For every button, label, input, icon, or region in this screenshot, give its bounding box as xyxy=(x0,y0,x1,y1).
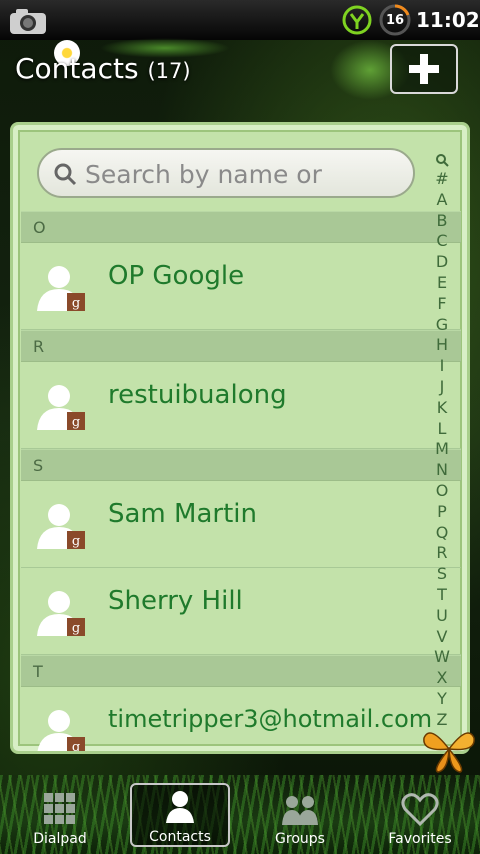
index-letter[interactable]: O xyxy=(434,481,450,502)
add-contact-button[interactable] xyxy=(390,44,458,94)
index-letter[interactable]: P xyxy=(434,502,450,523)
search-input[interactable] xyxy=(83,156,407,192)
contacts-panel: O g OP Google R g restuibualong S xyxy=(10,122,470,754)
index-letter[interactable]: R xyxy=(434,543,450,564)
svg-text:g: g xyxy=(72,621,80,636)
contact-name: Sherry Hill xyxy=(108,586,243,616)
sync-signal-icon xyxy=(342,5,372,35)
contact-count: (17) xyxy=(147,59,191,83)
index-letter[interactable]: W xyxy=(434,647,450,668)
groups-icon xyxy=(282,796,318,825)
index-search-icon[interactable] xyxy=(435,153,449,167)
index-letter[interactable]: M xyxy=(434,439,450,460)
contact-name: timetripper3@hotmail.com xyxy=(108,705,433,733)
search-icon xyxy=(54,163,77,186)
index-letter[interactable]: I xyxy=(434,356,450,377)
tab-favorites[interactable]: Favorites xyxy=(370,783,470,847)
battery-icon: 16 xyxy=(378,4,412,36)
status-bar: 16 11:02 xyxy=(0,0,480,40)
tab-favorites-label: Favorites xyxy=(388,831,452,847)
list-item[interactable]: g timetripper3@hotmail.com xyxy=(21,687,461,754)
tab-groups[interactable]: Groups xyxy=(250,783,350,847)
svg-text:g: g xyxy=(72,296,80,311)
section-header-t: T xyxy=(21,655,461,687)
index-letter[interactable]: Y xyxy=(434,689,450,710)
index-letter[interactable]: H xyxy=(434,335,450,356)
index-letter[interactable]: F xyxy=(434,294,450,315)
plus-icon xyxy=(409,54,439,84)
index-letter[interactable]: S xyxy=(434,564,450,585)
index-letter[interactable]: L xyxy=(434,419,450,440)
list-item[interactable]: g restuibualong xyxy=(21,362,461,449)
avatar-icon: g xyxy=(37,385,85,430)
index-letter[interactable]: G xyxy=(434,315,450,336)
tab-dialpad[interactable]: Dialpad xyxy=(10,783,110,847)
index-letter[interactable]: B xyxy=(434,211,450,232)
title-text: Contacts xyxy=(15,52,139,85)
index-letter[interactable]: V xyxy=(434,627,450,648)
tab-contacts[interactable]: Contacts xyxy=(130,783,230,847)
svg-text:g: g xyxy=(72,534,80,549)
avatar-icon: g xyxy=(37,591,85,636)
index-letter[interactable]: E xyxy=(434,273,450,294)
contact-list: O g OP Google R g restuibualong S g Sam … xyxy=(21,211,461,754)
avatar-icon: g xyxy=(37,504,85,549)
index-letter[interactable]: C xyxy=(434,231,450,252)
svg-text:g: g xyxy=(72,740,80,754)
index-letter[interactable]: N xyxy=(434,460,450,481)
clock: 11:02 xyxy=(416,8,480,32)
alphabet-letters: # A B C D E F G H I J K L M N O P Q R S T U V W X Y Z xyxy=(434,169,450,731)
bottom-nav: Dialpad Contacts Groups Favorites xyxy=(0,775,480,854)
avatar-icon: g xyxy=(37,266,85,311)
contacts-person-icon xyxy=(166,791,194,823)
search-box[interactable] xyxy=(37,148,415,198)
list-item[interactable]: g OP Google xyxy=(21,243,461,330)
index-letter[interactable]: # xyxy=(434,169,450,190)
index-letter[interactable]: Q xyxy=(434,523,450,544)
battery-level: 16 xyxy=(385,12,405,28)
list-item[interactable]: g Sherry Hill xyxy=(21,568,461,655)
contact-name: Sam Martin xyxy=(108,499,257,529)
dialpad-icon xyxy=(44,793,75,824)
tab-contacts-label: Contacts xyxy=(149,829,211,845)
list-item[interactable]: g Sam Martin xyxy=(21,481,461,568)
section-header-o: O xyxy=(21,211,461,243)
alphabet-index[interactable]: # A B C D E F G H I J K L M N O P Q R S T U V W X Y Z xyxy=(431,153,453,731)
camera-icon xyxy=(10,9,46,34)
index-letter[interactable]: X xyxy=(434,668,450,689)
avatar-icon: g xyxy=(37,710,85,754)
section-header-r: R xyxy=(21,330,461,362)
index-letter[interactable]: U xyxy=(434,606,450,627)
contact-name: restuibualong xyxy=(108,380,287,410)
heart-icon xyxy=(401,793,439,827)
contact-name: OP Google xyxy=(108,261,245,291)
index-letter[interactable]: A xyxy=(434,190,450,211)
butterfly-decoration xyxy=(423,732,475,773)
tab-dialpad-label: Dialpad xyxy=(33,831,87,847)
index-letter[interactable]: K xyxy=(434,398,450,419)
svg-text:g: g xyxy=(72,415,80,430)
section-header-s: S xyxy=(21,449,461,481)
page-title: Contacts (17) xyxy=(15,52,191,85)
index-letter[interactable]: D xyxy=(434,252,450,273)
index-letter[interactable]: T xyxy=(434,585,450,606)
index-letter[interactable]: J xyxy=(434,377,450,398)
tab-groups-label: Groups xyxy=(275,831,325,847)
